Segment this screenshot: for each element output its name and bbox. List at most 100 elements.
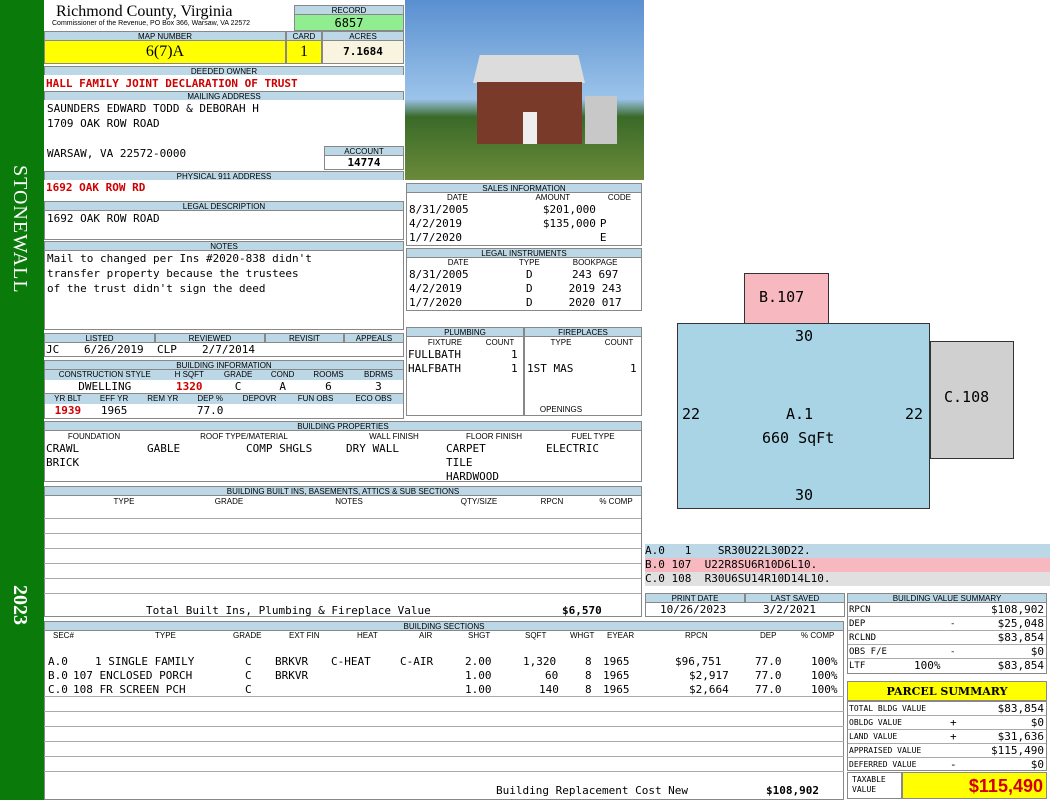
sketch-right-dim: 22 [905,405,924,423]
li-date: 4/2/2019 [409,281,462,295]
row-divider [44,771,844,772]
sales-date: 8/31/2005 [409,202,469,216]
bi-v1: 1320 [176,379,203,393]
owner-label: DEEDED OWNER [44,66,404,76]
floor-finish-3: HARDWOOD [446,470,499,483]
sketch-path: SR30U22L30D22. [717,544,811,557]
sales-amount [508,231,598,246]
sales-label: SALES INFORMATION [406,183,642,193]
bvs-sign: - [950,619,956,629]
parcel-value: $83,854 [997,702,1044,715]
account-label: ACCOUNT [324,146,404,156]
revisit-label: REVISIT [265,333,344,343]
bvs-label-text: OBS F/E [849,647,887,657]
floor-finish-2: TILE [446,456,473,469]
bvs-value: $83,854 [997,631,1044,644]
reviewed-by: CLP [157,343,177,356]
row-divider [44,593,641,594]
sec-whgt: 8 [585,683,592,696]
parcel-label-text: LAND VALUE [849,732,898,741]
li-date: 8/31/2005 [409,267,469,281]
row-divider [44,726,844,727]
parcel-value: $0 [1030,758,1044,771]
county-title: Richmond County, Virginia [56,3,233,20]
sketch-left-dim: 22 [682,405,701,423]
parcel-value: $115,490 [991,744,1044,757]
bi2-v2 [137,404,188,419]
bi2-h3: DEP % [197,394,223,404]
row-divider [44,518,641,519]
sec-type: 108 FR SCREEN PCH [73,683,186,696]
roof-type: GABLE [147,442,181,455]
sales-amount: $135,000 [542,216,596,230]
bvs-sign: 100% [914,659,941,672]
print-date: 10/26/2023 [660,603,727,616]
row-divider [44,696,844,697]
year-label: 2023 [9,585,31,625]
bi2-v5 [287,404,344,419]
sales-code: P [599,216,607,230]
sketch-a-label: A.1 [786,405,814,423]
parcel-label-text: TOTAL BLDG VALUE [849,704,927,713]
sec-h: EYEAR [607,631,635,640]
row-divider [44,756,844,757]
sec-h: SQFT [525,631,547,640]
mail-line-2: 1709 OAK ROW ROAD [47,117,160,130]
bldg-info-label: BUILDING INFORMATION [44,360,404,370]
sketch-path: U22R8SU6R10D6L10. [704,558,818,571]
sales-h-date: DATE [447,193,468,203]
fp-type: 1ST MAS [527,362,574,375]
legal-label: LEGAL DESCRIPTION [44,201,404,211]
parcel-label-text: DEFERRED VALUE [849,760,917,769]
plumb-fixture: HALFBATH [408,362,461,375]
listed-label: LISTED [44,333,155,343]
row-divider [44,578,641,579]
total-builtins-value: $6,570 [562,604,602,617]
parcel-label-text: APPRAISED VALUE [849,746,922,755]
bi2-h6: ECO OBS [355,394,392,404]
bvs-label: BUILDING VALUE SUMMARY [847,593,1047,603]
row-divider [44,711,844,712]
bi-v5: 3 [375,379,382,393]
bi-h-grade: GRADE [214,497,244,506]
legalinst-label: LEGAL INSTRUMENTS [406,248,642,258]
sections-header: SEC# TYPE GRADE EXT FIN HEAT AIR SHGT SQ… [45,631,843,640]
sketch-c-label: C.108 [944,388,990,406]
fireplace-label: FIREPLACES [524,327,642,337]
li-date: 1/7/2020 [409,295,462,309]
fp-count: 1 [630,362,637,375]
row-divider [44,548,641,549]
sketch-row-a: A.0 1 SR30U22L30D22. [645,544,1050,558]
bi-h-type: TYPE [113,497,135,506]
section-row: A.0 1 SINGLE FAMILY C BRKVR C-HEAT C-AIR 2.00 1… [45,641,843,668]
sec-h: DEP [760,631,777,640]
sec-h: GRADE [233,631,262,640]
reviewed-label: REVIEWED [155,333,265,343]
notes-line-3: of the trust didn't sign the deed [47,282,266,295]
sales-date: 4/2/2019 [409,216,462,230]
parcel-sign: - [950,758,957,771]
fp-h-type: TYPE [550,338,572,347]
bvs-value: $108,902 [991,603,1044,616]
bi-h4: ROOMS [313,370,344,380]
foundation-1: CRAWL [46,442,80,455]
parcel-row: DEFERRED VALUE - $0 [848,758,1046,771]
sketch-sec: C.0 [645,572,665,585]
taxable-value: $115,490 [902,772,1047,799]
sections-label: BUILDING SECTIONS [44,621,844,631]
commissioner-text: Commissioner of the Revenue, PO Box 366,… [52,20,251,27]
taxable-label: TAXABLE VALUE [847,772,902,799]
builtins-label: BUILDING BUILT INS, BASEMENTS, ATTICS & … [44,486,642,496]
props-h-wall: WALL FINISH [369,432,419,441]
bvs-value: $25,048 [997,617,1044,630]
sec-h: SHGT [468,631,491,640]
parcel-label-text: OBLDG VALUE [849,718,902,727]
sec-num: C.0 [48,683,68,696]
sec-eyear: 1965 [603,683,630,696]
props-h-foundation: FOUNDATION [67,432,121,441]
bldg-info-table-2: YR BLT EFF YR REM YR DEP % DEPOVR FUN OBS ECO … [44,393,404,419]
bvs-row: DEP - $25,048 [848,617,1046,631]
sales-h-amount: AMOUNT [535,193,571,203]
sketch-code: 107 [671,558,692,571]
bi2-v6 [344,404,403,419]
